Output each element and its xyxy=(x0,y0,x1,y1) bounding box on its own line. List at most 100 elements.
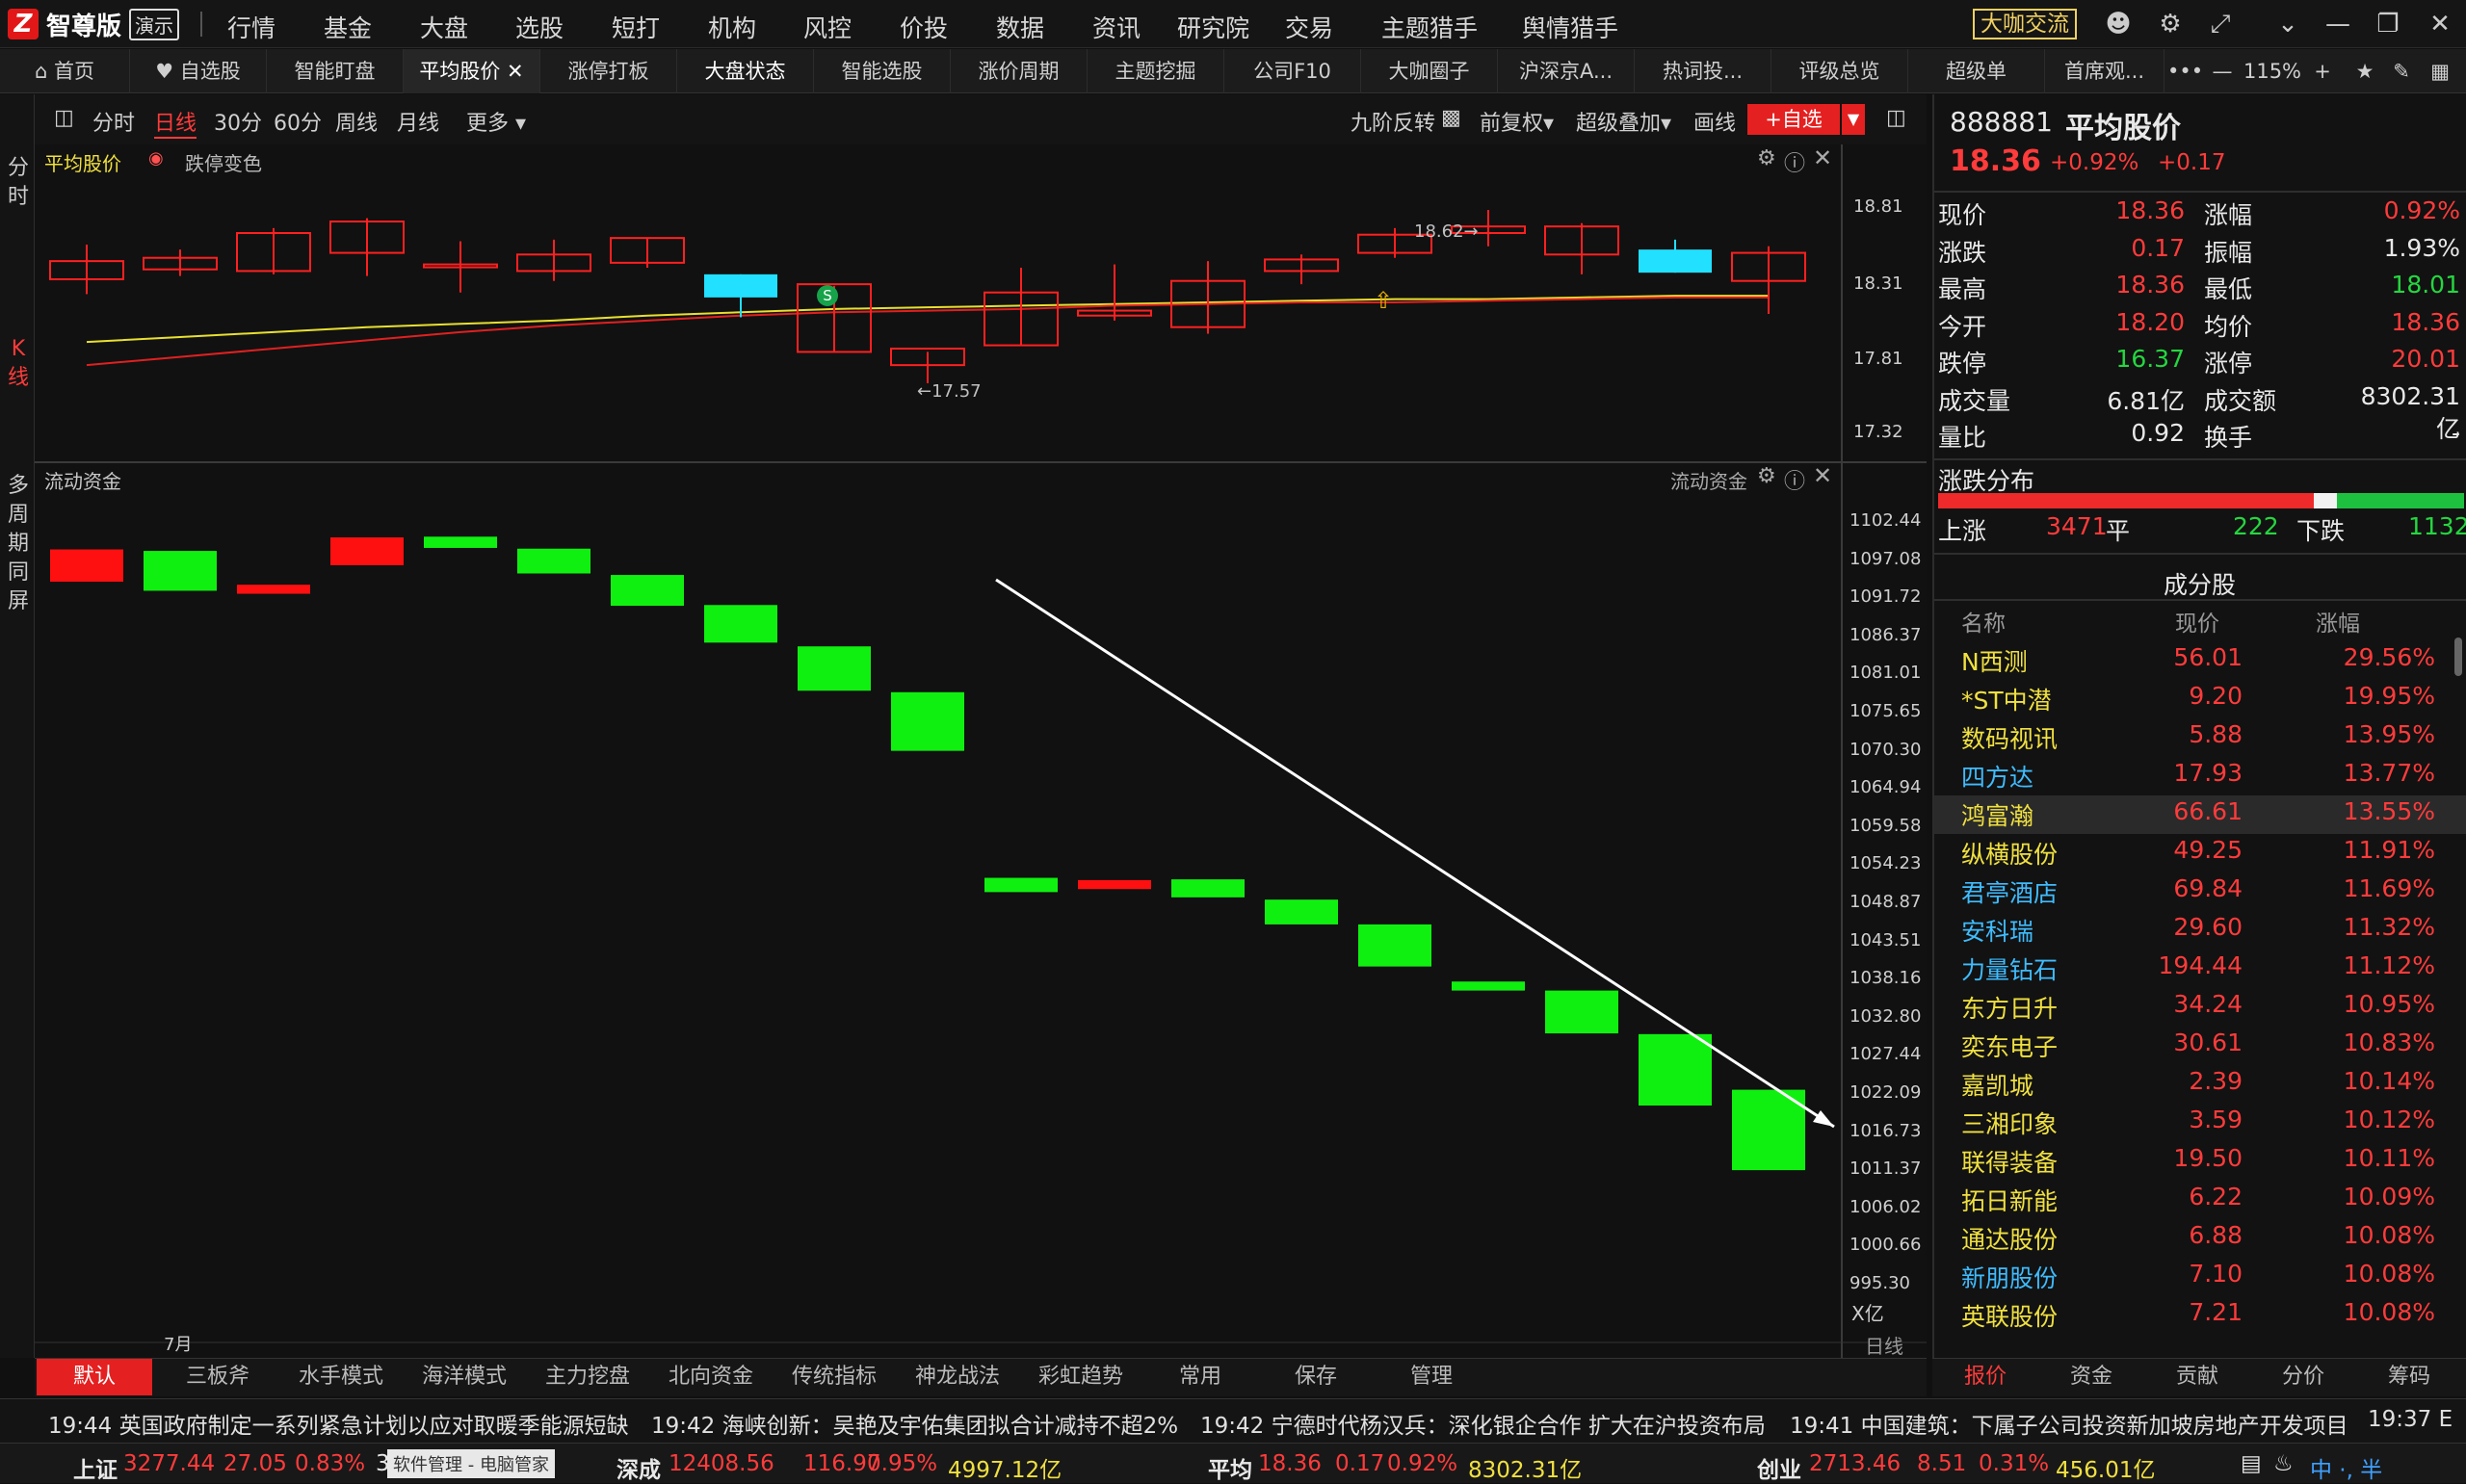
tab-average-price[interactable]: 平均股价 ✕ xyxy=(404,49,540,93)
period-weekly[interactable]: 周线 xyxy=(335,106,378,137)
popup-tooltip[interactable]: 软件管理 - 电脑管家 xyxy=(387,1449,555,1478)
nav-funds[interactable]: 基金 xyxy=(324,10,372,44)
nav-news[interactable]: 资讯 xyxy=(1092,10,1141,44)
col-header-price[interactable]: 现价 xyxy=(2175,605,2219,638)
kline-options-icon[interactable]: ◉ xyxy=(148,148,164,169)
tab-home[interactable]: ⌂ 首页 xyxy=(0,49,130,93)
star-icon[interactable]: ★ xyxy=(2350,49,2379,93)
nav-stock-picking[interactable]: 选股 xyxy=(515,10,564,44)
constituent-row[interactable]: 纵横股份 49.25 11.91% xyxy=(1934,834,2466,872)
tab-theme-mining[interactable]: 主题挖掘 xyxy=(1088,49,1224,93)
grid-icon[interactable]: ▦ xyxy=(2424,49,2456,93)
period-30min[interactable]: 30分 xyxy=(214,106,262,137)
daka-exchange-button[interactable]: 大咖交流 xyxy=(1973,9,2077,39)
constituent-row[interactable]: 鸿富瀚 66.61 13.55% xyxy=(1934,795,2466,834)
col-header-name[interactable]: 名称 xyxy=(1961,605,2006,638)
zoom-out-icon[interactable]: — xyxy=(2208,49,2237,93)
ime-status[interactable]: 中 ·, 半 xyxy=(2310,1451,2382,1484)
settings-icon[interactable]: ⚙ xyxy=(2154,8,2187,40)
nav-research[interactable]: 研究院 xyxy=(1177,10,1249,44)
nav-short-trade[interactable]: 短打 xyxy=(612,10,660,44)
tab-super-order[interactable]: 超级单 xyxy=(1908,49,2045,93)
constituent-row[interactable]: 君亭酒店 69.84 11.69% xyxy=(1934,872,2466,911)
tab-limit-up[interactable]: 涨停打板 xyxy=(540,49,677,93)
indicator-tab-default[interactable]: 默认 xyxy=(37,1359,152,1395)
constituent-row[interactable]: 拓日新能 6.22 10.09% xyxy=(1934,1181,2466,1219)
index-name[interactable]: 深成 xyxy=(616,1451,661,1484)
quote-tab-fund[interactable]: 资金 xyxy=(2038,1359,2144,1395)
draw-line-button[interactable]: 画线 xyxy=(1693,106,1736,137)
constituent-row[interactable]: 数码视讯 5.88 13.95% xyxy=(1934,718,2466,757)
kline-settings-icon[interactable]: ⚙ xyxy=(1757,146,1776,170)
tab-hs-a[interactable]: 沪深京A... xyxy=(1498,49,1635,93)
panel-toggle-icon[interactable]: ◫ xyxy=(1886,106,1906,130)
calendar-icon[interactable]: ▤ xyxy=(2241,1451,2262,1476)
chevron-down-icon[interactable]: ⌄ xyxy=(2271,8,2304,40)
period-60min[interactable]: 60分 xyxy=(274,106,322,137)
nav-market[interactable]: 大盘 xyxy=(420,10,468,44)
tab-daka-circle[interactable]: 大咖圈子 xyxy=(1361,49,1498,93)
indicator-tab[interactable]: 神龙战法 xyxy=(900,1359,1015,1395)
constituent-row[interactable]: 安科瑞 29.60 11.32% xyxy=(1934,911,2466,950)
add-favorite-button[interactable]: +自选 xyxy=(1747,104,1840,135)
tab-smart-monitor[interactable]: 智能盯盘 xyxy=(267,49,404,93)
side-tab-intraday[interactable]: 分时 xyxy=(8,154,29,212)
constituent-row[interactable]: 三湘印象 3.59 10.12% xyxy=(1934,1104,2466,1142)
quote-tab-chips[interactable]: 筹码 xyxy=(2356,1359,2462,1395)
period-intraday[interactable]: 分时 xyxy=(92,106,135,137)
quote-tab-price-dist[interactable]: 分价 xyxy=(2250,1359,2356,1395)
indicator-tab[interactable]: 水手模式 xyxy=(283,1359,399,1395)
index-name[interactable]: 上证 xyxy=(73,1451,118,1484)
nine-reversal-button[interactable]: 九阶反转 xyxy=(1351,106,1435,137)
adjust-dropdown[interactable]: 前复权▾ xyxy=(1480,106,1554,137)
nav-trade[interactable]: 交易 xyxy=(1285,10,1333,44)
constituent-row[interactable]: 力量钻石 194.44 11.12% xyxy=(1934,950,2466,988)
pen-icon[interactable]: ✎ xyxy=(2387,49,2416,93)
fund-help-icon[interactable]: ⓘ xyxy=(1784,464,1805,495)
kline-help-icon[interactable]: ⓘ xyxy=(1784,146,1805,177)
constituent-row[interactable]: 四方达 17.93 13.77% xyxy=(1934,757,2466,795)
indicator-tab[interactable]: 三板斧 xyxy=(160,1359,275,1395)
index-name[interactable]: 平均 xyxy=(1208,1451,1252,1484)
shrink-icon[interactable]: ⤢ xyxy=(2204,8,2237,40)
indicator-tab[interactable]: 海洋模式 xyxy=(407,1359,522,1395)
side-tab-multi-period[interactable]: 多周期同屏 xyxy=(8,472,29,616)
user-icon[interactable]: ☻ xyxy=(2102,8,2135,40)
side-tab-kline[interactable]: K线 xyxy=(8,335,29,393)
sell-signal-icon[interactable]: S xyxy=(817,285,838,306)
indicator-tab[interactable]: 传统指标 xyxy=(776,1359,892,1395)
more-icon[interactable]: ••• xyxy=(2167,49,2203,93)
tab-hotword[interactable]: 热词投... xyxy=(1635,49,1771,93)
nav-data[interactable]: 数据 xyxy=(996,10,1044,44)
limit-down-color-option[interactable]: 跌停变色 xyxy=(185,148,262,176)
tab-chief-view[interactable]: 首席观... xyxy=(2045,49,2164,93)
constituent-row[interactable]: N西测 56.01 29.56% xyxy=(1934,641,2466,680)
indicator-tab-manage[interactable]: 管理 xyxy=(1383,1359,1480,1395)
constituent-row[interactable]: 新朋股份 7.10 10.08% xyxy=(1934,1258,2466,1296)
buy-signal-icon[interactable]: ⇧ xyxy=(1372,289,1395,314)
col-header-pct[interactable]: 涨幅 xyxy=(2316,605,2360,638)
quote-tab-contribution[interactable]: 贡献 xyxy=(2144,1359,2250,1395)
tab-market-state[interactable]: 大盘状态 xyxy=(677,49,814,93)
tab-rating[interactable]: 评级总览 xyxy=(1771,49,1908,93)
period-more[interactable]: 更多 ▾ xyxy=(466,106,526,137)
indicator-tab[interactable]: 彩虹趋势 xyxy=(1023,1359,1139,1395)
bell-icon[interactable]: ♨ xyxy=(2273,1451,2294,1476)
constituent-row[interactable]: 英联股份 7.21 10.08% xyxy=(1934,1296,2466,1335)
constituent-row[interactable]: 奕东电子 30.61 10.83% xyxy=(1934,1027,2466,1065)
tab-watchlist[interactable]: ♥ 自选股 xyxy=(130,49,267,93)
nav-risk-control[interactable]: 风控 xyxy=(803,10,852,44)
overlay-dropdown[interactable]: 超级叠加▾ xyxy=(1576,106,1671,137)
tab-f10[interactable]: 公司F10 xyxy=(1224,49,1361,93)
indicator-tab-common[interactable]: 常用 xyxy=(1152,1359,1248,1395)
tab-price-cycle[interactable]: 涨价周期 xyxy=(951,49,1088,93)
fund-close-icon[interactable]: ✕ xyxy=(1813,462,1832,489)
constituent-row[interactable]: 嘉凯城 2.39 10.14% xyxy=(1934,1065,2466,1104)
add-favorite-dropdown-icon[interactable]: ▼ xyxy=(1842,104,1865,135)
nav-quotes[interactable]: 行情 xyxy=(227,10,275,44)
indicator-tab[interactable]: 主力挖盘 xyxy=(530,1359,645,1395)
list-scrollbar[interactable] xyxy=(2454,638,2462,676)
period-monthly[interactable]: 月线 xyxy=(397,106,439,137)
constituent-row[interactable]: 东方日升 34.24 10.95% xyxy=(1934,988,2466,1027)
constituent-row[interactable]: *ST中潜 9.20 19.95% xyxy=(1934,680,2466,718)
